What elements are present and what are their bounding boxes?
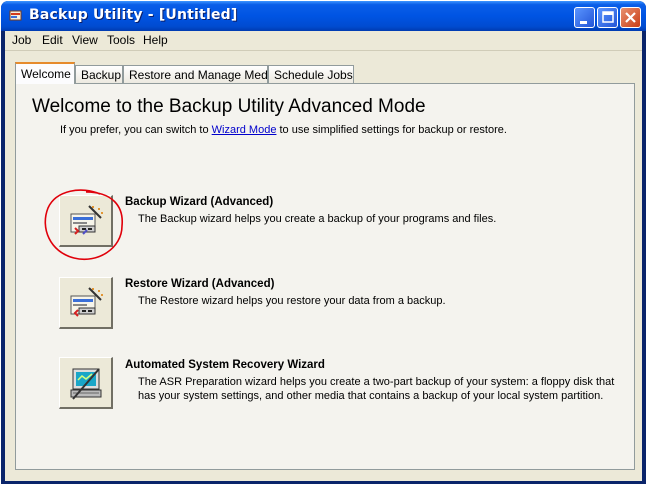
window-frame: Backup Utility - [Untitled] Job Edit Vie… bbox=[1, 1, 646, 484]
page-title: Welcome to the Backup Utility Advanced M… bbox=[32, 96, 426, 117]
backup-wizard-description: The Backup wizard helps you create a bac… bbox=[138, 213, 497, 225]
asr-wizard-button[interactable] bbox=[59, 357, 113, 409]
title-bar[interactable]: Backup Utility - [Untitled] bbox=[1, 1, 646, 31]
menu-edit[interactable]: Edit bbox=[42, 33, 63, 47]
menu-view[interactable]: View bbox=[72, 33, 98, 47]
menu-job[interactable]: Job bbox=[12, 33, 31, 47]
close-icon bbox=[625, 12, 636, 23]
tab-welcome[interactable]: Welcome bbox=[15, 62, 75, 84]
close-button[interactable] bbox=[620, 7, 641, 28]
restore-wizard-title[interactable]: Restore Wizard (Advanced) bbox=[125, 278, 274, 290]
restore-wizard-description: The Restore wizard helps you restore you… bbox=[138, 295, 446, 307]
backup-app-icon bbox=[9, 10, 22, 21]
minimize-button[interactable] bbox=[574, 7, 595, 28]
menu-bar: Job Edit View Tools Help bbox=[5, 31, 642, 51]
tab-schedule-jobs[interactable]: Schedule Jobs bbox=[268, 65, 354, 83]
asr-wizard-icon bbox=[70, 368, 102, 400]
maximize-icon bbox=[602, 11, 614, 23]
wizard-mode-link[interactable]: Wizard Mode bbox=[212, 124, 277, 136]
minimize-icon bbox=[580, 21, 587, 24]
tab-backup[interactable]: Backup bbox=[75, 65, 123, 83]
backup-wizard-icon bbox=[70, 205, 103, 235]
intro-text-before: If you prefer, you can switch to bbox=[60, 124, 212, 136]
restore-wizard-button[interactable] bbox=[59, 277, 113, 329]
menu-tools[interactable]: Tools bbox=[107, 33, 135, 47]
tab-restore-and-manage-media[interactable]: Restore and Manage Media bbox=[123, 65, 277, 83]
intro-text: If you prefer, you can switch to Wizard … bbox=[60, 124, 507, 136]
backup-wizard-title[interactable]: Backup Wizard (Advanced) bbox=[125, 196, 273, 208]
welcome-panel: Welcome to the Backup Utility Advanced M… bbox=[15, 83, 635, 470]
maximize-button[interactable] bbox=[597, 7, 618, 28]
restore-wizard-icon bbox=[70, 287, 103, 317]
window-title: Backup Utility - [Untitled] bbox=[29, 7, 238, 23]
menu-help[interactable]: Help bbox=[143, 33, 168, 47]
window-body: Job Edit View Tools Help Welcome Backup … bbox=[5, 31, 642, 481]
asr-wizard-title[interactable]: Automated System Recovery Wizard bbox=[125, 359, 325, 371]
asr-wizard-description: The ASR Preparation wizard helps you cre… bbox=[138, 376, 615, 402]
intro-text-after: to use simplified settings for backup or… bbox=[276, 124, 507, 136]
backup-wizard-button[interactable] bbox=[59, 195, 113, 247]
